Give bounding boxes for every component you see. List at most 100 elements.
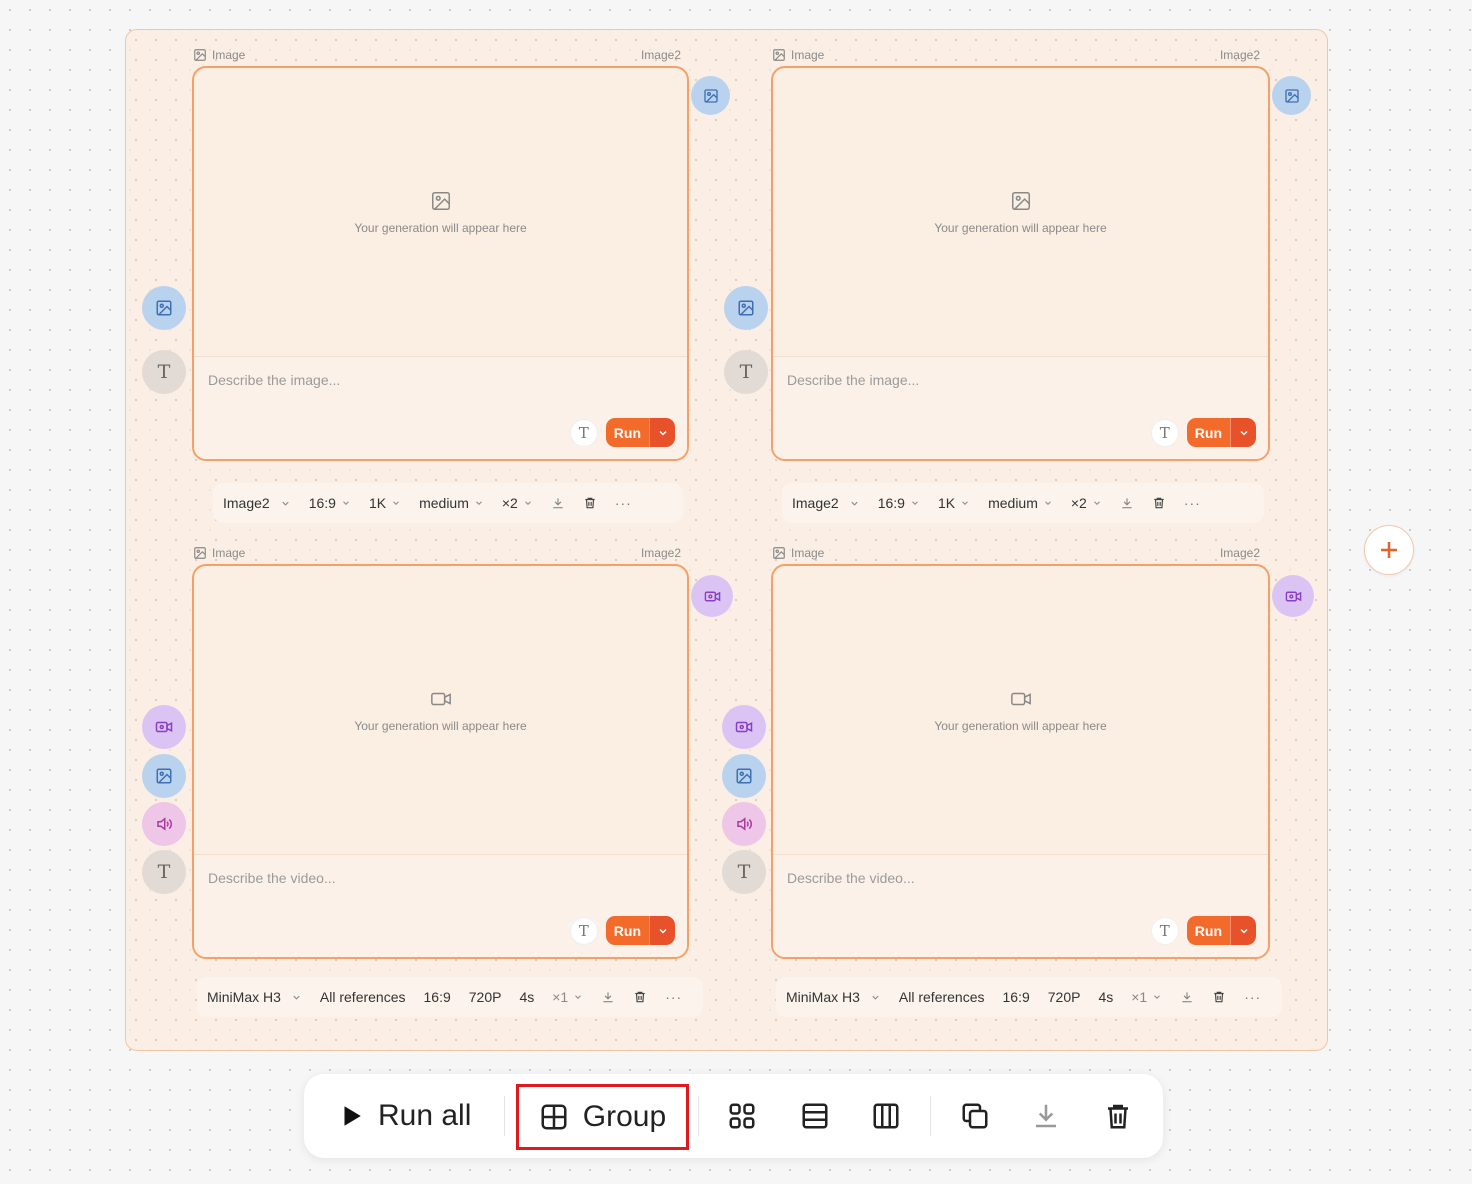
video-node[interactable]: Image Image2 T Your generation will appe… [704, 527, 1344, 1027]
prompt-input[interactable]: Describe the video... [208, 870, 336, 886]
video-input-handle[interactable] [722, 705, 766, 749]
prompt-input[interactable]: Describe the video... [787, 870, 915, 886]
download-button[interactable] [601, 990, 615, 1004]
audio-input-handle[interactable] [142, 802, 186, 846]
image-node[interactable]: Image Image2 T Your generation will appe… [125, 29, 765, 529]
delete-button[interactable] [1212, 990, 1226, 1004]
toolbar-divider [930, 1096, 931, 1136]
text-format-button[interactable]: T [1151, 419, 1178, 446]
download-button[interactable] [1180, 990, 1194, 1004]
run-options-button[interactable] [649, 418, 675, 447]
delete-button[interactable] [1152, 496, 1166, 510]
image-icon [156, 300, 172, 316]
model-select[interactable]: MiniMax H3 [786, 989, 881, 1005]
video-output-handle[interactable] [1272, 575, 1314, 617]
generation-card[interactable]: Your generation will appear here Describ… [192, 564, 689, 959]
run-options-button[interactable] [1230, 418, 1256, 447]
prompt-input[interactable]: Describe the image... [208, 372, 340, 388]
count-select[interactable]: ×2 [1071, 495, 1102, 511]
run-button[interactable]: Run [1186, 916, 1230, 945]
generation-preview: Your generation will appear here [194, 566, 687, 854]
count-select[interactable]: ×1 [1131, 989, 1162, 1005]
rows-layout-button[interactable] [795, 1096, 835, 1136]
chevron-down-icon [343, 501, 349, 505]
ratio-select[interactable]: 16:9 [1003, 989, 1030, 1005]
ratio-select[interactable]: 16:9 [424, 989, 451, 1005]
download-icon [603, 992, 613, 1003]
text-input-handle[interactable]: T [722, 850, 766, 894]
audio-input-handle[interactable] [722, 802, 766, 846]
duration-select[interactable]: 4s [1098, 989, 1113, 1005]
ratio-select[interactable]: 16:9 [309, 495, 351, 511]
run-options-button[interactable] [649, 916, 675, 945]
model-select[interactable]: MiniMax H3 [207, 989, 302, 1005]
image-input-handle[interactable] [722, 754, 766, 798]
text-format-button[interactable]: T [1151, 917, 1178, 944]
model-select[interactable]: Image2 [792, 495, 860, 511]
run-split-button[interactable]: Run [605, 916, 675, 945]
image-output-handle[interactable] [1272, 76, 1311, 115]
download-button[interactable] [551, 496, 565, 510]
chevron-down-icon [851, 501, 858, 506]
group-button[interactable]: Group [516, 1084, 689, 1150]
run-button[interactable]: Run [1186, 418, 1230, 447]
references-select[interactable]: All references [899, 989, 985, 1005]
resolution-select[interactable]: 720P [469, 989, 502, 1005]
bottom-toolbar: Run all Group [304, 1074, 1163, 1158]
run-button[interactable]: Run [605, 916, 649, 945]
image-input-handle[interactable] [142, 286, 186, 330]
more-options-button[interactable]: ··· [1184, 495, 1201, 511]
prompt-area[interactable]: Describe the image... T Run [773, 356, 1268, 459]
download-all-button[interactable] [1026, 1096, 1066, 1136]
param-bar: MiniMax H3 All references 16:9 720P 4s ×… [776, 977, 1282, 1017]
run-split-button[interactable]: Run [605, 418, 675, 447]
model-select[interactable]: Image2 [223, 495, 291, 511]
prompt-area[interactable]: Describe the image... T Run [194, 356, 687, 459]
text-input-handle[interactable]: T [142, 850, 186, 894]
image-input-handle[interactable] [142, 754, 186, 798]
resolution-select[interactable]: 720P [1048, 989, 1081, 1005]
quality-select[interactable]: medium [419, 495, 484, 511]
more-options-button[interactable]: ··· [615, 495, 632, 511]
columns-layout-button[interactable] [866, 1096, 906, 1136]
quality-select[interactable]: medium [988, 495, 1053, 511]
image-node[interactable]: Image Image2 T Your generation will appe… [704, 29, 1344, 529]
run-options-button[interactable] [1230, 916, 1256, 945]
run-split-button[interactable]: Run [1186, 418, 1256, 447]
more-options-button[interactable]: ··· [1244, 989, 1261, 1005]
text-format-button[interactable]: T [570, 419, 597, 446]
resolution-select[interactable]: 1K [938, 495, 970, 511]
ratio-select[interactable]: 16:9 [878, 495, 920, 511]
chevron-down-icon [476, 501, 482, 505]
prompt-area[interactable]: Describe the video... T Run [773, 854, 1268, 957]
references-select[interactable]: All references [320, 989, 406, 1005]
speaker-icon [737, 817, 752, 831]
download-button[interactable] [1120, 496, 1134, 510]
video-input-handle[interactable] [142, 705, 186, 749]
more-options-button[interactable]: ··· [665, 989, 682, 1005]
run-button[interactable]: Run [605, 418, 649, 447]
text-input-handle[interactable]: T [142, 350, 186, 394]
generation-card[interactable]: Your generation will appear here Describ… [771, 66, 1270, 461]
duration-select[interactable]: 4s [519, 989, 534, 1005]
prompt-input[interactable]: Describe the image... [787, 372, 919, 388]
grid-layout-button[interactable] [722, 1096, 762, 1136]
delete-button[interactable] [583, 496, 597, 510]
generation-card[interactable]: Your generation will appear here Describ… [771, 564, 1270, 959]
run-all-button[interactable]: Run all [338, 1094, 471, 1138]
count-select[interactable]: ×1 [552, 989, 583, 1005]
prompt-area[interactable]: Describe the video... T Run [194, 854, 687, 957]
text-format-button[interactable]: T [570, 917, 597, 944]
duplicate-button[interactable] [955, 1096, 995, 1136]
text-input-handle[interactable]: T [724, 350, 768, 394]
run-split-button[interactable]: Run [1186, 916, 1256, 945]
image-input-handle[interactable] [724, 286, 768, 330]
resolution-select[interactable]: 1K [369, 495, 401, 511]
delete-button[interactable] [633, 990, 647, 1004]
video-node[interactable]: Image Image2 T Your generation will appe… [125, 527, 765, 1027]
grid-layout-icon [729, 1103, 755, 1129]
add-node-button[interactable] [1364, 525, 1414, 575]
delete-all-button[interactable] [1098, 1096, 1138, 1136]
count-select[interactable]: ×2 [502, 495, 533, 511]
generation-card[interactable]: Your generation will appear here Describ… [192, 66, 689, 461]
